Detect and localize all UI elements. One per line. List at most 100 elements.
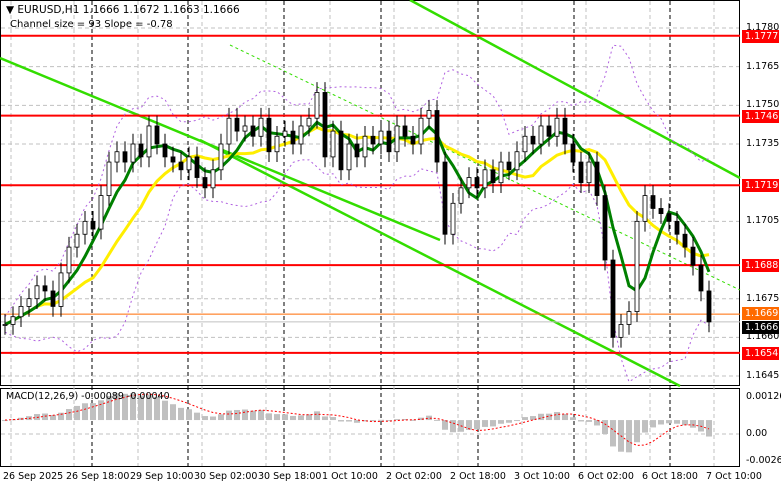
macd-histogram-bar	[298, 415, 304, 421]
candle-body	[66, 246, 72, 274]
ask-price-label: 1.1669	[742, 307, 779, 321]
candle-body	[82, 220, 88, 235]
macd-histogram-bar	[162, 400, 168, 421]
macd-histogram-bar	[2, 420, 8, 422]
candle-body	[634, 220, 640, 312]
macd-histogram-bar	[346, 420, 352, 422]
candle-body	[146, 125, 152, 158]
candle-body	[570, 143, 576, 163]
candle-body	[338, 130, 344, 171]
macd-histogram-bar	[490, 420, 496, 427]
candle-body	[274, 135, 280, 153]
macd-histogram-bar	[290, 415, 296, 421]
time-label: 29 Sep 10:00	[130, 471, 194, 482]
candle-body	[250, 125, 256, 137]
macd-histogram-bar	[170, 404, 176, 421]
candle-body	[698, 264, 704, 292]
candle-body	[194, 156, 200, 178]
candle-body	[346, 143, 352, 171]
time-label: 2 Oct 02:00	[386, 471, 442, 482]
time-label: 6 Oct 02:00	[578, 471, 634, 482]
candle-body	[34, 285, 40, 300]
time-label: 26 Sep 2025	[3, 471, 64, 482]
candle-body	[170, 156, 176, 163]
candle-body	[122, 151, 128, 163]
macd-histogram-bar	[234, 409, 240, 421]
time-label: 30 Sep 18:00	[258, 471, 322, 482]
price-chart[interactable]	[0, 0, 781, 489]
macd-histogram-bar	[626, 420, 632, 453]
macd-histogram-bar	[314, 411, 320, 421]
candle-body	[266, 117, 272, 153]
candle-body	[114, 151, 120, 163]
candle-body	[522, 135, 528, 153]
macd-tick: 0.00	[746, 428, 768, 439]
bid-price-label: 1.1666	[742, 320, 779, 334]
candle-body	[130, 143, 136, 163]
macd-histogram-bar	[250, 410, 256, 421]
candle-body	[490, 169, 496, 184]
price-tick: 1.1705	[746, 215, 780, 227]
macd-histogram-bar	[498, 420, 504, 424]
macd-histogram-bar	[690, 420, 696, 428]
macd-histogram-bar	[258, 409, 264, 421]
candle-body	[90, 220, 96, 230]
candles	[2, 82, 712, 348]
candle-body	[314, 92, 320, 119]
macd-histogram-bar	[194, 412, 200, 421]
candle-body	[386, 130, 392, 153]
channel-lower-line[interactable]	[199, 138, 681, 388]
macd-histogram-bar	[378, 419, 384, 421]
macd-histogram-bar	[42, 413, 48, 421]
candle-body	[682, 233, 688, 248]
candle-body	[154, 125, 160, 145]
candle-body	[618, 324, 624, 338]
time-label: 3 Oct 10:00	[514, 471, 570, 482]
candle-body	[370, 135, 376, 145]
candle-body	[26, 298, 32, 307]
macd-histogram-bar	[514, 420, 520, 422]
macd-histogram-bar	[658, 420, 664, 425]
macd-histogram-bar	[634, 420, 640, 443]
macd-histogram-bar	[218, 414, 224, 421]
candle-body	[658, 208, 664, 215]
candle-body	[434, 110, 440, 163]
macd-histogram-bar	[186, 409, 192, 421]
candle-body	[594, 161, 600, 196]
level-label: 1.1719	[742, 179, 779, 193]
candle-body	[354, 143, 360, 158]
price-tick: 1.1735	[746, 138, 780, 149]
candle-body	[610, 259, 616, 338]
candle-body	[162, 143, 168, 158]
macd-histogram-bar	[98, 400, 104, 421]
candle-body	[426, 110, 432, 119]
candle-body	[42, 285, 48, 292]
candle-body	[234, 117, 240, 132]
level-label: 1.1654	[742, 346, 779, 360]
candle-body	[546, 125, 552, 137]
candle-body	[330, 130, 336, 158]
candle-body	[402, 125, 408, 137]
macd-histogram-bar	[674, 420, 680, 424]
candle-body	[666, 213, 672, 222]
candle-body	[50, 290, 56, 307]
candle-body	[642, 195, 648, 222]
macd-histogram-bar	[242, 409, 248, 421]
macd-histogram-bar	[602, 420, 608, 434]
macd-histogram-bar	[338, 420, 344, 422]
candle-body	[626, 311, 632, 325]
candle-body	[466, 177, 472, 189]
macd-tick: -0.00262	[746, 455, 781, 466]
candle-body	[226, 117, 232, 145]
macd-histogram-bar	[474, 420, 480, 430]
macd-histogram-bar	[570, 417, 576, 421]
candle-body	[58, 272, 64, 307]
candle-body	[258, 117, 264, 137]
candle-body	[674, 220, 680, 235]
candle-body	[202, 177, 208, 189]
candle-body	[2, 324, 8, 326]
candle-body	[450, 202, 456, 235]
price-tick: 1.1645	[746, 370, 780, 382]
macd-histogram-bar	[90, 403, 96, 421]
candle-body	[410, 135, 416, 145]
